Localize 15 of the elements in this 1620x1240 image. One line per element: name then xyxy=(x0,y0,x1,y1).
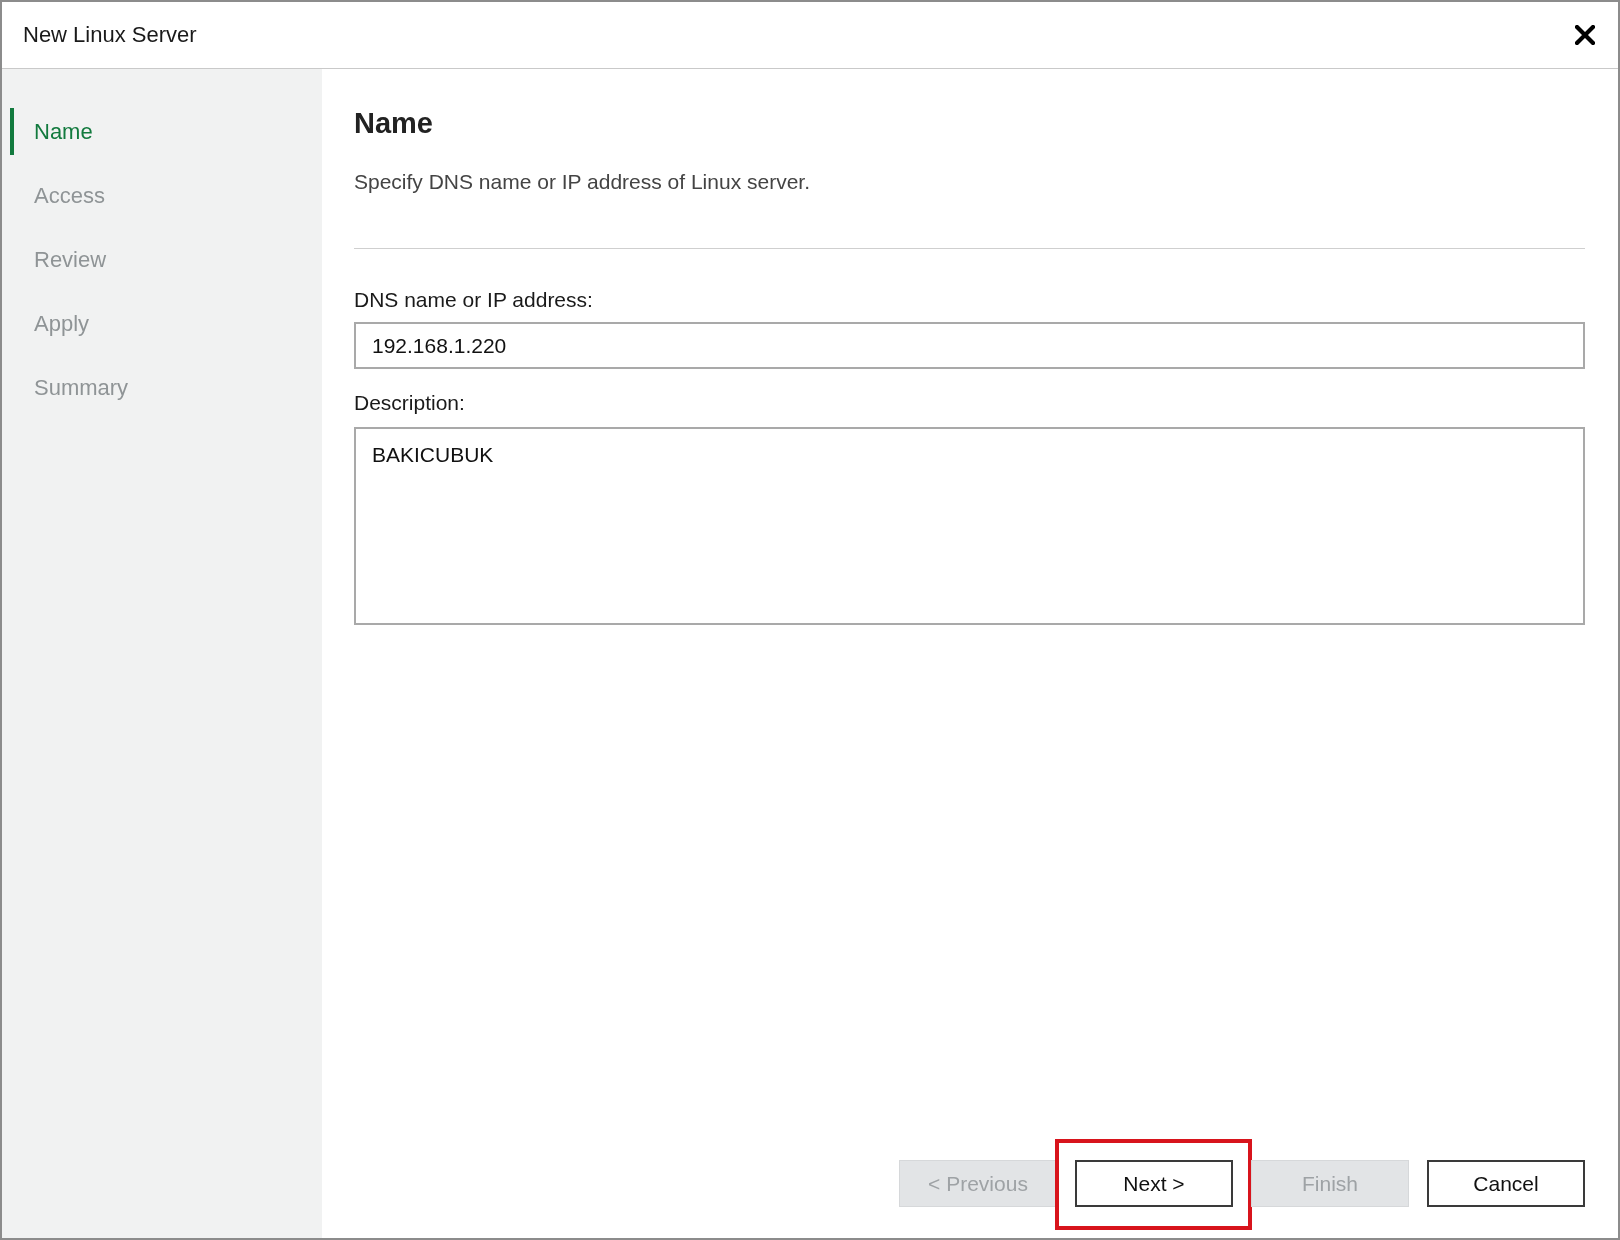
window-title: New Linux Server xyxy=(23,22,197,48)
field-label: DNS name or IP address: xyxy=(354,287,593,313)
step-item[interactable]: Access xyxy=(10,172,113,219)
step-item[interactable]: Apply xyxy=(10,300,98,347)
page-heading: Name xyxy=(354,106,433,141)
step-item[interactable]: Name xyxy=(10,108,101,155)
step-item[interactable]: Summary xyxy=(10,364,137,411)
text-field[interactable]: 192.168.1.220 xyxy=(354,322,1585,369)
wizard-button[interactable]: Next > xyxy=(1075,1160,1233,1207)
page-description: Specify DNS name or IP address of Linux server. xyxy=(354,169,810,195)
field-label: Description: xyxy=(354,390,465,416)
step-item[interactable]: Review xyxy=(10,236,115,283)
close-icon[interactable] xyxy=(1575,25,1595,45)
text-area[interactable]: BAKICUBUK xyxy=(354,427,1585,625)
wizard-button[interactable]: Cancel xyxy=(1427,1160,1585,1207)
